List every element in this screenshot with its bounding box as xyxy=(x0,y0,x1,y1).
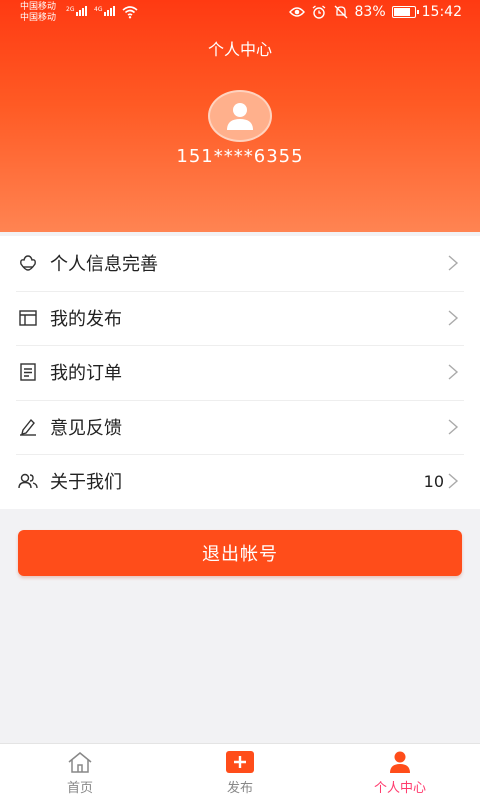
user-icon xyxy=(386,750,414,774)
chevron-right-icon xyxy=(448,255,459,271)
about-us-value: 10 xyxy=(423,471,444,491)
chevron-right-icon xyxy=(448,473,459,489)
bottom-tabbar: 首页 发布 个人中心 xyxy=(0,743,480,800)
menu-item-profile-info[interactable]: 个人信息完善 xyxy=(0,236,480,291)
status-bar: 中国移动 中国移动 2G 4G 83% 15:42 xyxy=(0,0,480,28)
publish-list-icon xyxy=(18,308,38,328)
menu-item-label: 意见反馈 xyxy=(50,417,122,439)
carrier-1: 中国移动 xyxy=(20,2,57,12)
user-edit-icon xyxy=(18,253,38,273)
tab-publish[interactable]: 发布 xyxy=(160,744,320,800)
user-phone: 151****6355 xyxy=(176,146,304,167)
carrier-2: 中国移动 xyxy=(20,13,57,23)
menu-item-label: 我的发布 xyxy=(50,308,122,330)
tab-profile[interactable]: 个人中心 xyxy=(320,744,480,800)
tab-label: 个人中心 xyxy=(373,781,426,796)
avatar[interactable] xyxy=(208,90,272,142)
carrier-info: 中国移动 中国移动 xyxy=(20,2,56,24)
home-icon xyxy=(66,750,94,774)
eye-icon xyxy=(288,4,305,20)
signal-2-icon: 4G xyxy=(94,6,116,16)
plus-icon xyxy=(226,750,254,774)
tab-label: 首页 xyxy=(66,781,93,796)
tab-home[interactable]: 首页 xyxy=(0,744,160,800)
logout-button[interactable]: 退出帐号 xyxy=(18,530,462,576)
battery-text: 83% xyxy=(354,4,386,20)
profile-header: 中国移动 中国移动 2G 4G 83% 15:42 个人中心 151****63… xyxy=(0,0,480,232)
net-type-2: 4G xyxy=(94,6,103,13)
signal-1-icon: 2G xyxy=(66,6,88,16)
tab-label: 发布 xyxy=(226,781,253,796)
menu-item-about-us[interactable]: 关于我们 10 xyxy=(0,454,480,509)
menu-item-feedback[interactable]: 意见反馈 xyxy=(0,399,480,455)
order-icon xyxy=(18,362,38,382)
settings-menu: 个人信息完善 我的发布 我的订单 意见反馈 关于我们 10 xyxy=(0,236,480,509)
feedback-icon xyxy=(18,417,38,437)
wifi-icon xyxy=(122,6,138,19)
clock: 15:42 xyxy=(421,4,462,20)
battery-icon xyxy=(391,6,419,18)
chevron-right-icon xyxy=(448,419,459,435)
menu-item-label: 个人信息完善 xyxy=(50,254,158,276)
chevron-right-icon xyxy=(448,310,459,326)
page-title: 个人中心 xyxy=(207,40,272,59)
about-us-icon xyxy=(18,471,38,491)
chevron-right-icon xyxy=(448,364,459,380)
alarm-icon xyxy=(311,4,327,20)
status-right: 83% 15:42 xyxy=(288,4,462,20)
menu-item-label: 我的订单 xyxy=(50,363,122,385)
mute-bell-icon xyxy=(333,4,349,20)
menu-item-my-orders[interactable]: 我的订单 xyxy=(0,345,480,400)
net-type-1: 2G xyxy=(66,6,75,13)
avatar-user-icon xyxy=(227,103,253,130)
menu-item-my-posts[interactable]: 我的发布 xyxy=(0,290,480,346)
menu-item-label: 关于我们 xyxy=(50,472,122,494)
